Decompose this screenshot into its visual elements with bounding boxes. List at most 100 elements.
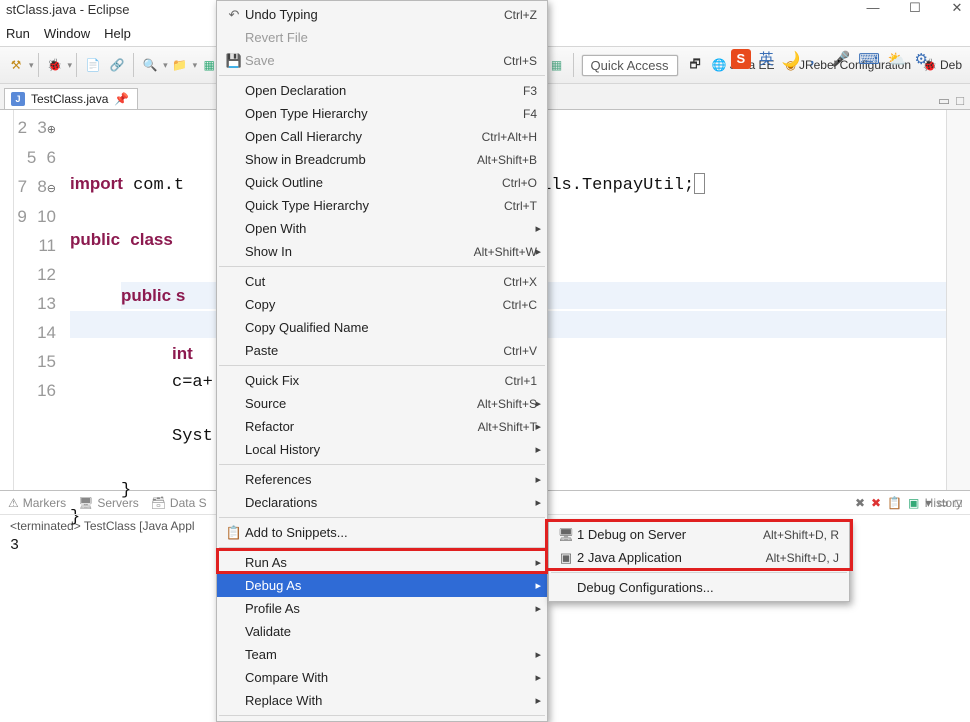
menu-item-references[interactable]: References▸ xyxy=(217,468,547,491)
menu-item-label: Refactor xyxy=(245,419,478,434)
submenu-item-debug-on-server[interactable]: 🖥 1 Debug on Server Alt+Shift+D, R xyxy=(549,523,849,546)
menu-item-run-as[interactable]: Run As▸ xyxy=(217,551,547,574)
menu-item-label: Copy xyxy=(245,297,503,312)
grid-icon[interactable]: ▦ xyxy=(547,55,567,75)
menu-item-shortcut: Ctrl+1 xyxy=(505,374,537,388)
menu-item-show-in[interactable]: Show InAlt+Shift+W▸ xyxy=(217,240,547,263)
editor-minimize-icon[interactable]: ▭ xyxy=(938,93,950,109)
ime-lang[interactable]: 英 xyxy=(759,48,774,69)
editor-maximize-icon[interactable]: □ xyxy=(956,93,964,109)
menu-item-open-type-hierarchy[interactable]: Open Type HierarchyF4 xyxy=(217,102,547,125)
menu-item-local-history[interactable]: Local History▸ xyxy=(217,438,547,461)
menu-item-label: Team xyxy=(245,647,537,662)
perspective-open-icon[interactable]: 🗗 xyxy=(686,54,705,77)
menu-item-label: Add to Snippets... xyxy=(245,525,537,540)
servers-icon: 🖥 xyxy=(78,496,93,510)
submenu-item-java-application[interactable]: ▣ 2 Java Application Alt+Shift+D, J xyxy=(549,546,849,569)
overview-ruler[interactable] xyxy=(946,110,970,490)
menu-item-icon: 💾 xyxy=(223,53,245,69)
menu-item-label: Quick Outline xyxy=(245,175,502,190)
console-toolbar-icon[interactable]: ✖ xyxy=(855,496,865,510)
menu-item-shortcut: Ctrl+C xyxy=(503,298,537,312)
menu-item-paste[interactable]: PasteCtrl+V xyxy=(217,339,547,362)
menu-item-quick-fix[interactable]: Quick FixCtrl+1 xyxy=(217,369,547,392)
console-toolbar-icon[interactable]: ▣ xyxy=(908,496,919,510)
debug-as-submenu: 🖥 1 Debug on Server Alt+Shift+D, R ▣ 2 J… xyxy=(548,520,850,602)
menu-item-debug-as[interactable]: Debug As▸ xyxy=(217,574,547,597)
java-file-icon: J xyxy=(11,92,25,106)
full-icon[interactable]: ， xyxy=(809,48,824,69)
menu-item-label: Revert File xyxy=(245,30,537,45)
menu-item-copy[interactable]: CopyCtrl+C xyxy=(217,293,547,316)
cloud-icon[interactable]: ⛅ xyxy=(888,50,907,68)
tab-servers[interactable]: 🖥Servers xyxy=(78,496,139,510)
close-window-button[interactable]: ✕ xyxy=(950,0,964,16)
menu-item-label: Undo Typing xyxy=(245,7,504,22)
menu-item-quick-type-hierarchy[interactable]: Quick Type HierarchyCtrl+T xyxy=(217,194,547,217)
menu-item-team[interactable]: Team▸ xyxy=(217,643,547,666)
panel-minimize-icon[interactable]: ▭ xyxy=(937,496,948,510)
menu-item-shortcut: F4 xyxy=(523,107,537,121)
maximize-button[interactable]: ☐ xyxy=(908,0,922,16)
submenu-arrow-icon: ▸ xyxy=(535,496,541,509)
ime-bar: S 英 🌙 ， 🎤 ⌨ ⛅ ⚙ xyxy=(731,48,928,69)
tab-testclass[interactable]: J TestClass.java 📌 xyxy=(4,88,138,109)
menu-item-declarations[interactable]: Declarations▸ xyxy=(217,491,547,514)
menu-item-open-call-hierarchy[interactable]: Open Call HierarchyCtrl+Alt+H xyxy=(217,125,547,148)
menu-item-source[interactable]: SourceAlt+Shift+S▸ xyxy=(217,392,547,415)
menu-item-save: 💾SaveCtrl+S xyxy=(217,49,547,72)
keyboard-icon[interactable]: ⌨ xyxy=(858,50,880,68)
console-toolbar-icon[interactable]: ▾ xyxy=(925,496,931,510)
menu-item-label: Open Declaration xyxy=(245,83,523,98)
menu-separator xyxy=(219,517,545,518)
menu-item-label: Compare With xyxy=(245,670,537,685)
submenu-arrow-icon: ▸ xyxy=(535,579,541,592)
tab-data[interactable]: 🗃Data S xyxy=(151,496,207,510)
console-toolbar-icon[interactable]: 📋 xyxy=(887,496,902,510)
submenu-arrow-icon: ▸ xyxy=(535,245,541,258)
hammer-icon[interactable]: ⚒ xyxy=(6,55,26,75)
menu-item-cut[interactable]: CutCtrl+X xyxy=(217,270,547,293)
menu-item-label: Profile As xyxy=(245,601,537,616)
menu-item-label: Cut xyxy=(245,274,503,289)
menu-item-icon: ↶ xyxy=(223,7,245,23)
menu-item-compare-with[interactable]: Compare With▸ xyxy=(217,666,547,689)
debug-icon[interactable]: 🐞 xyxy=(45,55,65,75)
moon-icon[interactable]: 🌙 xyxy=(782,50,801,68)
menu-separator xyxy=(219,266,545,267)
search-icon[interactable]: 🔍 xyxy=(140,55,160,75)
settings-icon[interactable]: ⚙ xyxy=(915,50,928,68)
menu-item-shortcut: Ctrl+S xyxy=(503,54,537,68)
console-toolbar-icon[interactable]: ✖ xyxy=(871,496,881,510)
menu-item-copy-qualified-name[interactable]: Copy Qualified Name xyxy=(217,316,547,339)
menu-item-open-declaration[interactable]: Open DeclarationF3 xyxy=(217,79,547,102)
menu-item-profile-as[interactable]: Profile As▸ xyxy=(217,597,547,620)
menu-item-label: Open Type Hierarchy xyxy=(245,106,523,121)
menu-item-add-to-snippets[interactable]: 📋Add to Snippets... xyxy=(217,521,547,544)
tab-label: TestClass.java xyxy=(31,92,108,106)
menu-item-label: Source xyxy=(245,396,477,411)
menu-run[interactable]: Run xyxy=(6,26,30,44)
sogou-icon[interactable]: S xyxy=(731,49,751,69)
menu-item-undo-typing[interactable]: ↶Undo TypingCtrl+Z xyxy=(217,3,547,26)
panel-maximize-icon[interactable]: □ xyxy=(955,496,962,510)
mic-icon[interactable]: 🎤 xyxy=(832,50,851,68)
tab-pin-icon[interactable]: 📌 xyxy=(114,92,129,106)
menu-item-open-with[interactable]: Open With▸ xyxy=(217,217,547,240)
minimize-button[interactable]: — xyxy=(866,0,880,16)
menu-item-revert-file: Revert File xyxy=(217,26,547,49)
tab-markers[interactable]: ⚠Markers xyxy=(8,496,66,510)
new-icon[interactable]: 📄 xyxy=(83,55,103,75)
menu-item-validate[interactable]: Validate xyxy=(217,620,547,643)
folder-icon[interactable]: 📁 xyxy=(170,55,190,75)
menu-item-quick-outline[interactable]: Quick OutlineCtrl+O xyxy=(217,171,547,194)
menu-window[interactable]: Window xyxy=(44,26,90,44)
submenu-item-debug-config[interactable]: Debug Configurations... xyxy=(549,576,849,599)
menu-item-refactor[interactable]: RefactorAlt+Shift+T▸ xyxy=(217,415,547,438)
quick-access-input[interactable]: Quick Access xyxy=(582,55,678,76)
data-icon: 🗃 xyxy=(151,496,166,510)
menu-item-show-in-breadcrumb[interactable]: Show in BreadcrumbAlt+Shift+B xyxy=(217,148,547,171)
connect-icon[interactable]: 🔗 xyxy=(107,55,127,75)
menu-help[interactable]: Help xyxy=(104,26,131,44)
menu-item-shortcut: F3 xyxy=(523,84,537,98)
